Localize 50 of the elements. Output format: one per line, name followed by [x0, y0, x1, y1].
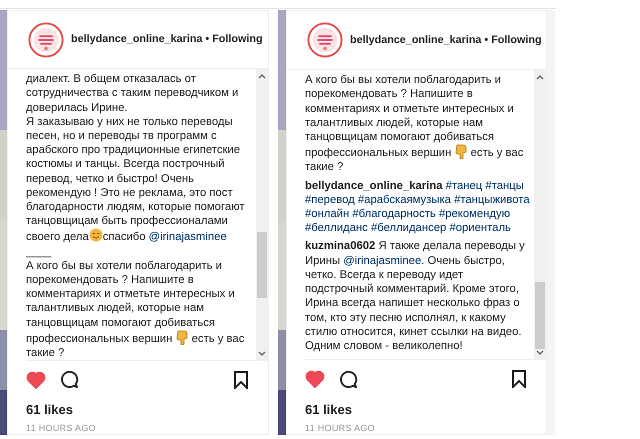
- heart-icon[interactable]: [26, 370, 46, 389]
- username-link[interactable]: bellydance_online_karina: [305, 180, 443, 192]
- pointing-hand-icon: [176, 330, 188, 345]
- bookmark-icon[interactable]: [234, 370, 248, 389]
- hashtag-link[interactable]: #ориенталь: [449, 222, 511, 234]
- hashtag-link[interactable]: #беллидансер: [370, 222, 446, 234]
- likes-count[interactable]: 61 likes: [305, 402, 546, 418]
- comment-icon[interactable]: [339, 370, 358, 389]
- scroll-thumb[interactable]: [257, 232, 267, 298]
- logo-icon: [307, 22, 343, 58]
- hashtag-link[interactable]: #беллиданс: [305, 222, 368, 234]
- scrollbar[interactable]: [256, 69, 268, 362]
- post-time: 11 HOURS AGO: [305, 422, 376, 434]
- smiley-icon: [88, 228, 103, 242]
- likes-count[interactable]: 61 likes: [26, 402, 268, 418]
- hashtag-link[interactable]: #перевод: [305, 194, 355, 206]
- hashtag-link[interactable]: #благодарность: [352, 208, 436, 220]
- separator-dot: •: [205, 32, 210, 48]
- caption-text: А кого бы вы хотели поблагодарить и порекомендовать ? Напишите в комментариях и отметьте интересных и талантливых людей, которые нам танцовщицам помогают добиваться профессиональных вершин есть у вас такие ?: [305, 73, 524, 175]
- following-button[interactable]: Following: [491, 32, 542, 48]
- hashtag-link[interactable]: #танцыживота: [454, 194, 530, 206]
- scroll-up-icon[interactable]: [536, 74, 544, 80]
- caption-text: А кого бы вы хотели поблагодарить и порекомендовать ? Напишите в комментариях и отметьте интересных и талантливых людей, которые нам танцовщицам помогают добиваться профессиональных вершин есть у вас такие ?: [26, 258, 246, 360]
- heart-icon[interactable]: [305, 370, 325, 388]
- scroll-down-icon[interactable]: [536, 350, 544, 356]
- scroll-thumb[interactable]: [535, 282, 545, 350]
- scrollbar[interactable]: [534, 70, 546, 360]
- bookmark-icon[interactable]: [512, 370, 526, 388]
- comment-icon[interactable]: [60, 370, 79, 390]
- hashtag-link[interactable]: #танцы: [485, 180, 524, 192]
- comment-text: kuzmina0602 Я также делала переводы у Ирины @irinajasminee. Очень быстро, четко. Всегда к переводу идет подстрочный комментарий. Кроме этого, Ирина всегда напишет несколько фраз о том, кто эту песню исполнял, к какому стилю относится, кинет ссылки на видео. Одним словом - великолепно!: [305, 239, 526, 354]
- post-time: 11 HOURS AGO: [26, 422, 97, 434]
- hashtag-link[interactable]: #арабскаямузыка: [358, 194, 451, 206]
- hashtag-link[interactable]: #рекомендую: [438, 208, 510, 220]
- username-link[interactable]: bellydance_online_karina: [350, 32, 482, 48]
- pointing-hand-icon: [454, 144, 468, 160]
- username-link[interactable]: bellydance_online_karina: [71, 31, 202, 48]
- following-button[interactable]: Following: [212, 31, 263, 48]
- hashtag-link[interactable]: #танец: [446, 180, 482, 192]
- caption-text: Я заказываю у них не только переводы песен, но и переводы тв программ с арабского про традиционные египетские костюмы и танцы. Всегда построчный перевод, четко и быстро! Очень рекомендую ! Это не реклама, это пост благодарности людям, которые помогают танцовщицам быть профессионалами своего дела спасибо @irinajasminee: [26, 114, 246, 245]
- scroll-up-icon[interactable]: [258, 73, 266, 80]
- logo-icon: [28, 22, 64, 58]
- separator-dot: •: [484, 33, 488, 48]
- caption-text: ____: [26, 244, 52, 259]
- tag-link[interactable]: @irinajasminee: [148, 231, 227, 244]
- username-link[interactable]: kuzmina0602: [305, 240, 376, 252]
- hashtag-link[interactable]: #онлайн: [305, 208, 350, 220]
- tag-link[interactable]: @irinajasminee: [343, 254, 422, 267]
- scroll-down-icon[interactable]: [258, 351, 266, 358]
- caption-text: диалект. В общем отказалась от сотрудничества с таким переводчиком и доверилась Ирине.: [26, 72, 240, 115]
